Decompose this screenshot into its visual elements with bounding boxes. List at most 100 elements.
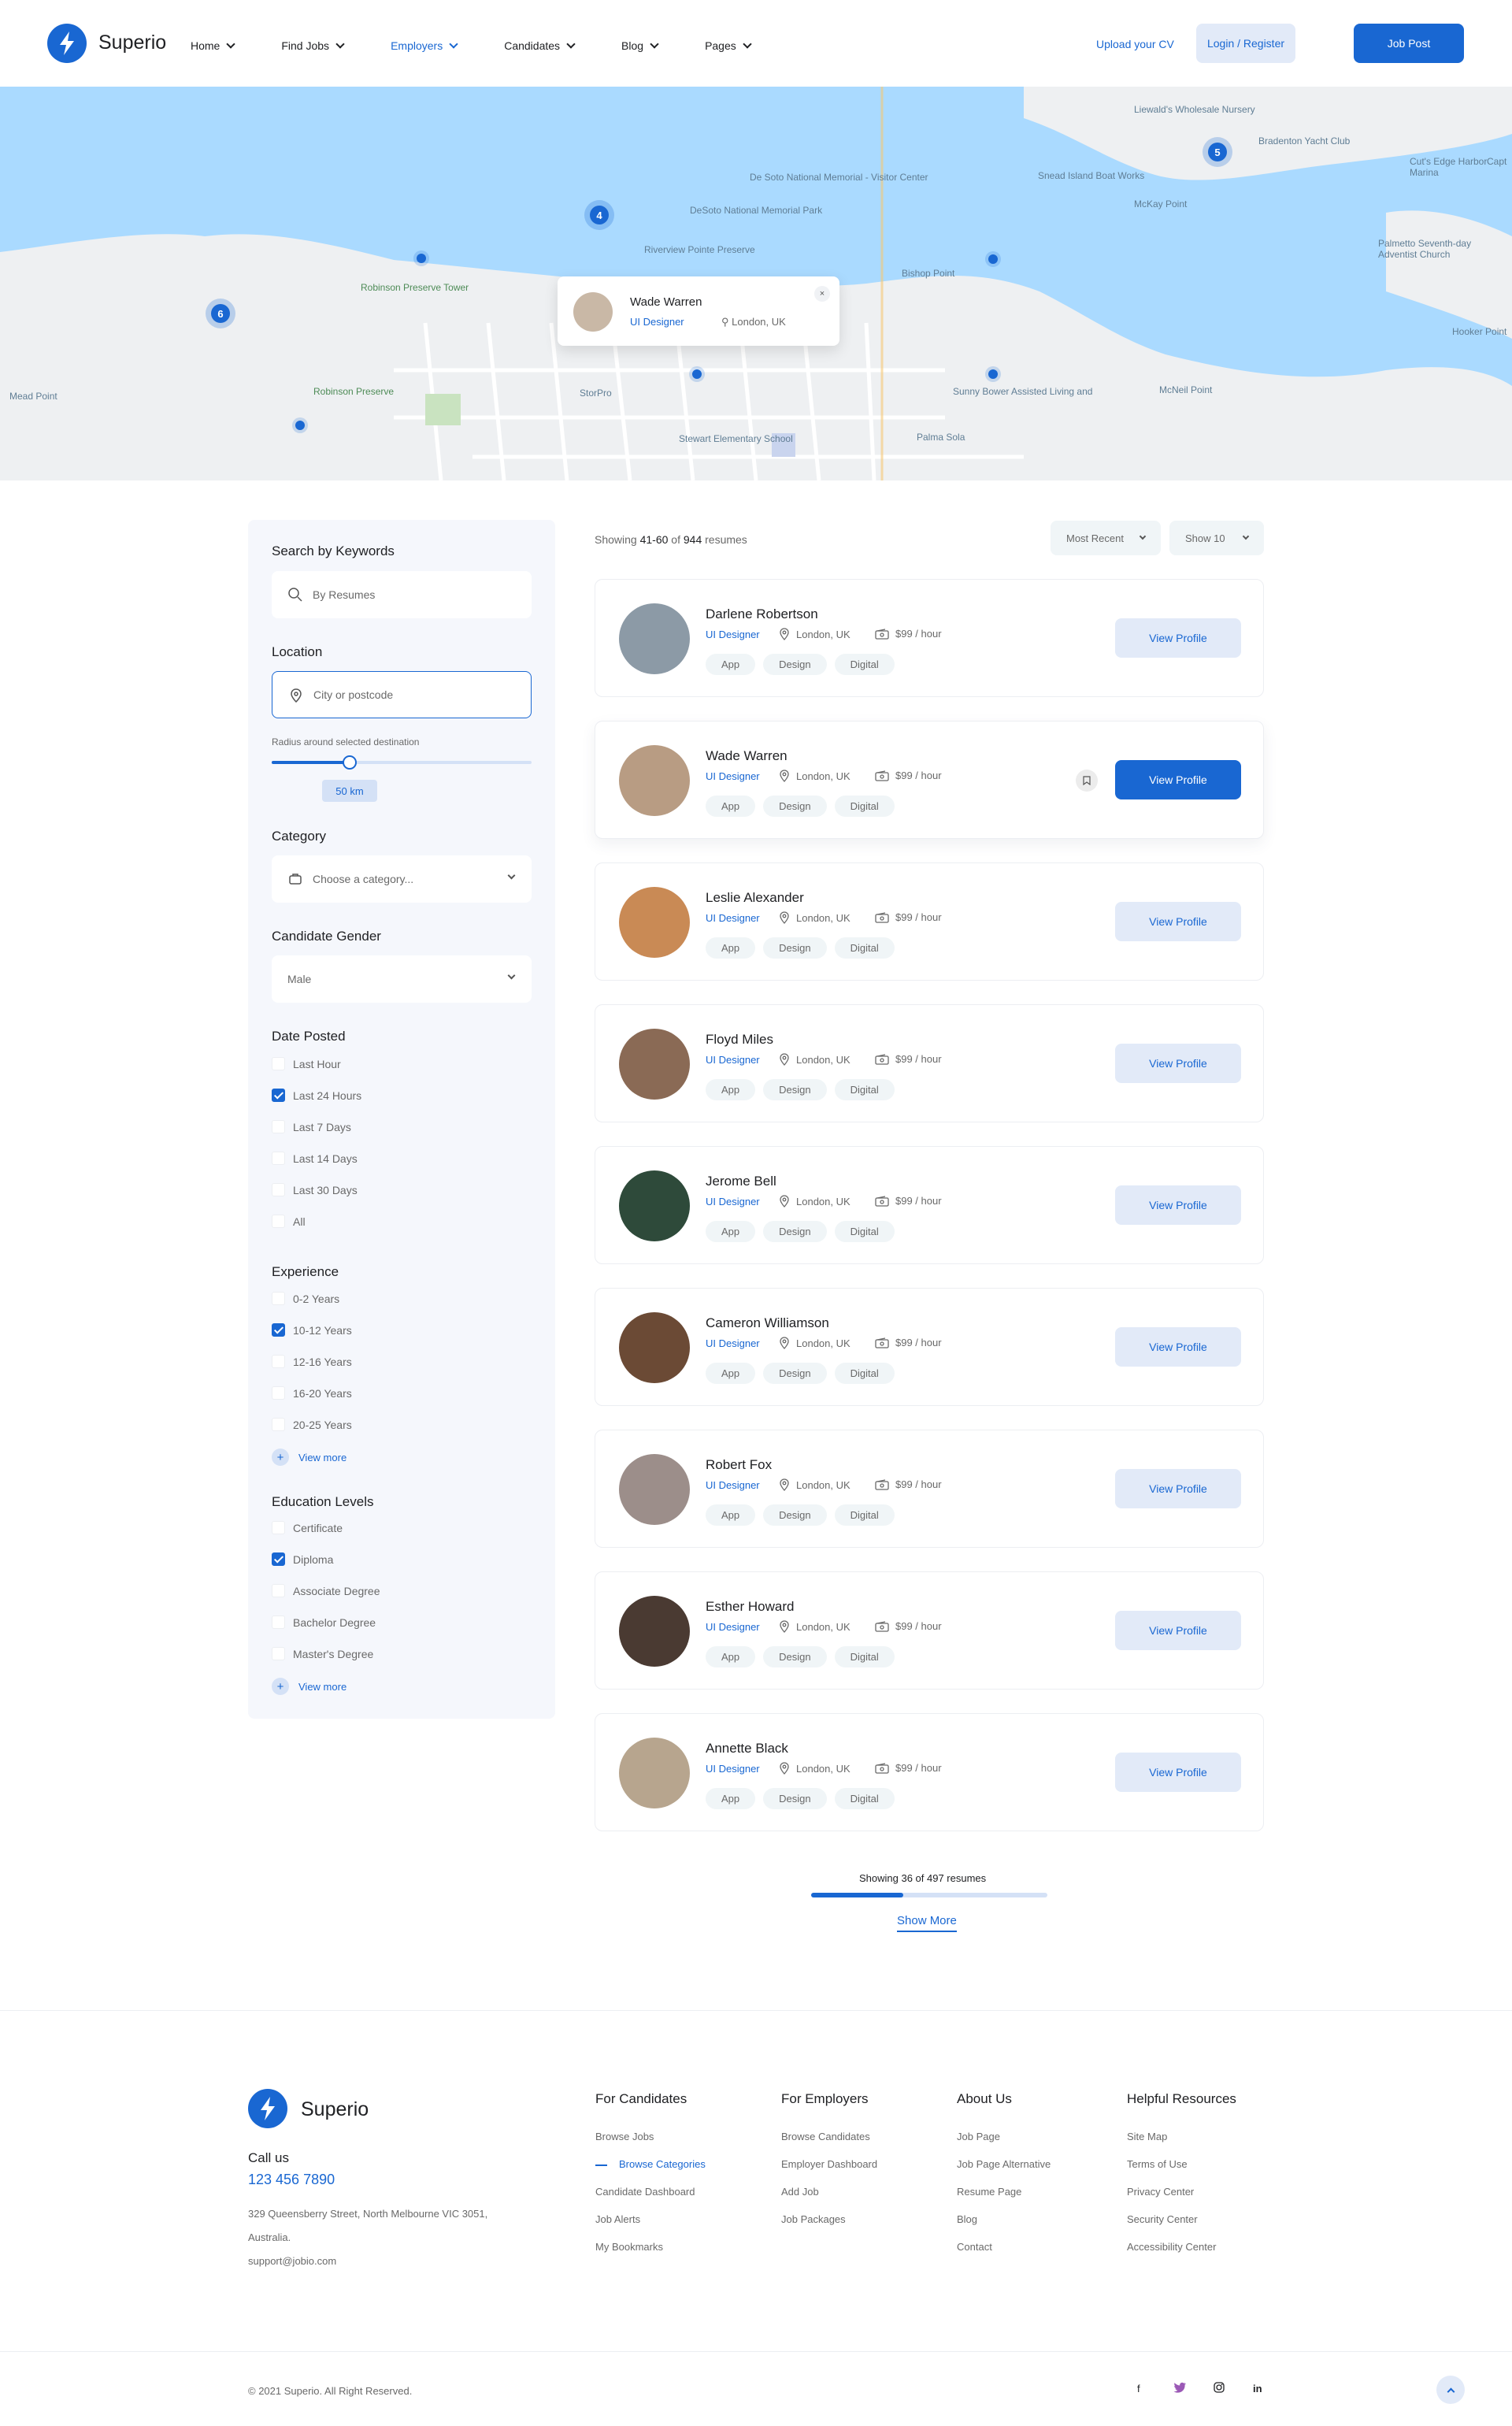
checkbox[interactable]	[272, 1552, 285, 1566]
footer-link[interactable]: Employer Dashboard	[781, 2158, 877, 2170]
map-marker[interactable]	[988, 254, 998, 264]
footer-brand-name[interactable]: Superio	[301, 2098, 369, 2121]
show-more-button[interactable]: Show More	[897, 1914, 957, 1932]
filter-option[interactable]: 0-2 Years	[272, 1292, 339, 1305]
filter-option[interactable]: Associate Degree	[272, 1584, 380, 1597]
view-profile-button[interactable]: View Profile	[1115, 902, 1241, 941]
filter-option[interactable]: 12-16 Years	[272, 1355, 352, 1368]
checkbox[interactable]	[272, 1521, 285, 1534]
view-profile-button[interactable]: View Profile	[1115, 1611, 1241, 1650]
checkbox[interactable]	[272, 1089, 285, 1102]
skill-tag[interactable]: Design	[763, 654, 827, 675]
gender-select[interactable]: Male	[272, 955, 532, 1003]
skill-tag[interactable]: Design	[763, 937, 827, 959]
footer-link[interactable]: Site Map	[1127, 2131, 1167, 2142]
skill-tag[interactable]: Design	[763, 1788, 827, 1809]
skill-tag[interactable]: Digital	[834, 1363, 895, 1384]
map-marker[interactable]	[417, 254, 426, 263]
footer-link[interactable]: Job Alerts	[595, 2213, 640, 2225]
education-view-more[interactable]: + View more	[272, 1678, 346, 1695]
checkbox[interactable]	[272, 1152, 285, 1165]
upload-cv-link[interactable]: Upload your CV	[1096, 38, 1174, 50]
skill-tag[interactable]: Digital	[834, 937, 895, 959]
candidate-name[interactable]: Robert Fox	[706, 1457, 772, 1473]
candidate-card[interactable]: Cameron Williamson UI Designer London, UK $…	[595, 1288, 1264, 1406]
avatar[interactable]	[619, 1738, 690, 1808]
footer-link[interactable]: Add Job	[781, 2186, 819, 2198]
checkbox[interactable]	[272, 1418, 285, 1431]
checkbox[interactable]	[272, 1355, 285, 1368]
candidate-name[interactable]: Floyd Miles	[706, 1032, 773, 1048]
skill-tag[interactable]: Design	[763, 1646, 827, 1667]
footer-link[interactable]: Job Packages	[781, 2213, 846, 2225]
skill-tag[interactable]: App	[706, 1646, 756, 1667]
footer-link[interactable]: Browse Jobs	[595, 2131, 654, 2142]
checkbox[interactable]	[272, 1323, 285, 1337]
view-profile-button[interactable]: View Profile	[1115, 1327, 1241, 1367]
avatar[interactable]	[619, 887, 690, 958]
checkbox[interactable]	[272, 1215, 285, 1228]
login-register-button[interactable]: Login / Register	[1196, 24, 1295, 63]
keywords-search-input[interactable]: By Resumes	[272, 571, 532, 618]
footer-link[interactable]: Terms of Use	[1127, 2158, 1188, 2170]
footer-link[interactable]: Job Page Alternative	[957, 2158, 1051, 2170]
skill-tag[interactable]: Design	[763, 1504, 827, 1526]
skill-tag[interactable]: Design	[763, 1079, 827, 1100]
filter-option[interactable]: 20-25 Years	[272, 1418, 352, 1431]
filter-option[interactable]: Last Hour	[272, 1057, 341, 1070]
avatar[interactable]	[619, 1312, 690, 1383]
candidate-card[interactable]: Leslie Alexander UI Designer London, UK $99…	[595, 862, 1264, 981]
footer-link[interactable]: My Bookmarks	[595, 2241, 663, 2253]
skill-tag[interactable]: Digital	[834, 1079, 895, 1100]
footer-link[interactable]: Accessibility Center	[1127, 2241, 1216, 2253]
checkbox[interactable]	[272, 1120, 285, 1133]
skill-tag[interactable]: App	[706, 1788, 756, 1809]
filter-option[interactable]: 10-12 Years	[272, 1323, 352, 1337]
view-profile-button[interactable]: View Profile	[1115, 1185, 1241, 1225]
skill-tag[interactable]: App	[706, 1363, 756, 1384]
view-profile-button[interactable]: View Profile	[1115, 760, 1241, 799]
category-select[interactable]: Choose a category...	[272, 855, 532, 903]
avatar[interactable]	[619, 745, 690, 816]
sort-select[interactable]: Most Recent	[1051, 521, 1161, 555]
footer-link[interactable]: Job Page	[957, 2131, 1000, 2142]
candidate-name[interactable]: Esther Howard	[706, 1599, 794, 1615]
footer-link[interactable]: Resume Page	[957, 2186, 1021, 2198]
filter-option[interactable]: 16-20 Years	[272, 1386, 352, 1400]
checkbox[interactable]	[272, 1292, 285, 1305]
skill-tag[interactable]: Digital	[834, 1646, 895, 1667]
view-profile-button[interactable]: View Profile	[1115, 1044, 1241, 1083]
skill-tag[interactable]: App	[706, 654, 756, 675]
bookmark-icon[interactable]	[1076, 770, 1098, 792]
location-input[interactable]: City or postcode	[272, 671, 532, 718]
skill-tag[interactable]: Digital	[834, 1504, 895, 1526]
candidate-name[interactable]: Annette Black	[706, 1741, 788, 1756]
avatar[interactable]	[619, 1170, 690, 1241]
filter-option[interactable]: Certificate	[272, 1521, 343, 1534]
skill-tag[interactable]: Digital	[834, 654, 895, 675]
candidate-name[interactable]: Wade Warren	[706, 748, 788, 764]
filter-option[interactable]: All	[272, 1215, 306, 1228]
skill-tag[interactable]: App	[706, 1504, 756, 1526]
filter-option[interactable]: Bachelor Degree	[272, 1615, 376, 1629]
map-marker[interactable]	[295, 421, 305, 430]
candidate-card[interactable]: Jerome Bell UI Designer London, UK $99 / ho…	[595, 1146, 1264, 1264]
skill-tag[interactable]: App	[706, 937, 756, 959]
filter-option[interactable]: Last 14 Days	[272, 1152, 358, 1165]
skill-tag[interactable]: Digital	[834, 1221, 895, 1242]
nav-item[interactable]: Blog	[621, 36, 659, 55]
candidate-card[interactable]: Annette Black UI Designer London, UK $99 / …	[595, 1713, 1264, 1831]
logo-icon[interactable]	[47, 24, 87, 63]
filter-option[interactable]: Last 7 Days	[272, 1120, 351, 1133]
experience-view-more[interactable]: + View more	[272, 1449, 346, 1466]
checkbox[interactable]	[272, 1584, 285, 1597]
map-cluster[interactable]: 5	[1208, 143, 1227, 161]
close-icon[interactable]: ×	[814, 286, 830, 302]
twitter-icon[interactable]	[1173, 2382, 1186, 2395]
footer-link[interactable]: Candidate Dashboard	[595, 2186, 695, 2198]
footer-logo-icon[interactable]	[248, 2089, 287, 2128]
candidate-card[interactable]: Floyd Miles UI Designer London, UK $99 / ho…	[595, 1004, 1264, 1122]
nav-item[interactable]: Employers	[391, 36, 458, 55]
phone-number[interactable]: 123 456 7890	[248, 2172, 335, 2188]
map-cluster[interactable]: 6	[211, 304, 230, 323]
